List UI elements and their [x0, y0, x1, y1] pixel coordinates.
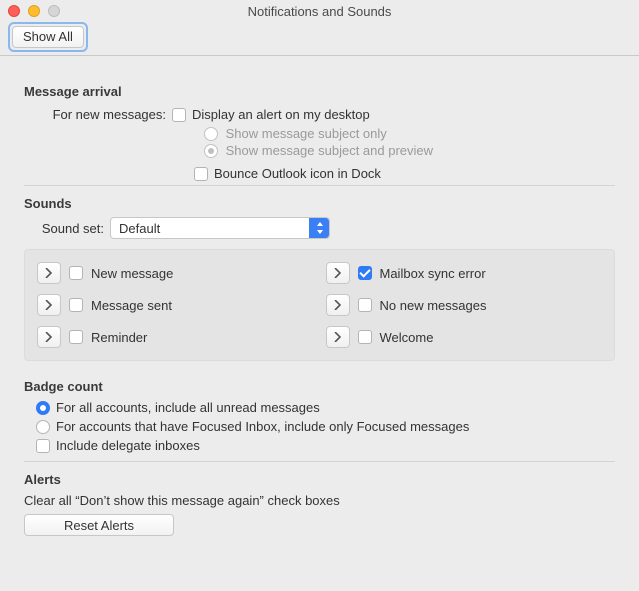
select-arrows-icon [309, 218, 329, 238]
content-area: Message arrival For new messages: Displa… [0, 56, 639, 591]
reminder-checkbox[interactable] [69, 330, 83, 344]
welcome-label: Welcome [380, 330, 434, 345]
badge-focused-radio[interactable] [36, 420, 50, 434]
sound-item-no-new-messages: No new messages [326, 294, 603, 316]
badge-focused-label: For accounts that have Focused Inbox, in… [56, 419, 469, 434]
message-sent-label: Message sent [91, 298, 172, 313]
chevron-right-icon [45, 268, 53, 278]
divider [24, 461, 615, 462]
chevron-right-icon [45, 332, 53, 342]
reset-alerts-button[interactable]: Reset Alerts [24, 514, 174, 536]
sound-item-reminder: Reminder [37, 326, 314, 348]
sound-set-value: Default [111, 221, 309, 236]
badge-all-unread-radio[interactable] [36, 401, 50, 415]
play-message-sent-button[interactable] [37, 294, 61, 316]
welcome-checkbox[interactable] [358, 330, 372, 344]
clear-alerts-text: Clear all “Don’t show this message again… [24, 493, 615, 508]
bounce-dock-checkbox[interactable] [194, 167, 208, 181]
new-message-label: New message [91, 266, 173, 281]
toolbar: Show All [0, 22, 639, 56]
no-new-messages-label: No new messages [380, 298, 487, 313]
sound-set-label: Sound set: [24, 221, 104, 236]
sound-item-message-sent: Message sent [37, 294, 314, 316]
message-sent-checkbox[interactable] [69, 298, 83, 312]
sounds-panel: New message Mailbox sync error Message s… [24, 249, 615, 361]
minimize-window-button[interactable] [28, 5, 40, 17]
display-alert-label: Display an alert on my desktop [192, 107, 370, 122]
window-title: Notifications and Sounds [0, 4, 639, 19]
play-reminder-button[interactable] [37, 326, 61, 348]
chevron-right-icon [334, 332, 342, 342]
subject-preview-radio [204, 144, 218, 158]
play-no-new-messages-button[interactable] [326, 294, 350, 316]
chevron-right-icon [334, 268, 342, 278]
chevron-right-icon [45, 300, 53, 310]
display-alert-checkbox[interactable] [172, 108, 186, 122]
bounce-dock-label: Bounce Outlook icon in Dock [214, 166, 381, 181]
close-window-button[interactable] [8, 5, 20, 17]
for-new-messages-label: For new messages: [36, 107, 166, 122]
include-delegate-checkbox[interactable] [36, 439, 50, 453]
message-arrival-heading: Message arrival [24, 84, 615, 99]
window-controls [8, 5, 60, 17]
sounds-heading: Sounds [24, 196, 615, 211]
sound-item-new-message: New message [37, 262, 314, 284]
subject-only-label: Show message subject only [226, 126, 387, 141]
new-message-checkbox[interactable] [69, 266, 83, 280]
play-new-message-button[interactable] [37, 262, 61, 284]
subject-only-radio [204, 127, 218, 141]
play-welcome-button[interactable] [326, 326, 350, 348]
zoom-window-button[interactable] [48, 5, 60, 17]
sound-set-select[interactable]: Default [110, 217, 330, 239]
badge-count-heading: Badge count [24, 379, 615, 394]
titlebar: Notifications and Sounds [0, 0, 639, 22]
alerts-heading: Alerts [24, 472, 615, 487]
play-mailbox-sync-error-button[interactable] [326, 262, 350, 284]
include-delegate-label: Include delegate inboxes [56, 438, 200, 453]
show-all-focus-ring: Show All [8, 22, 88, 52]
badge-all-unread-label: For all accounts, include all unread mes… [56, 400, 320, 415]
reminder-label: Reminder [91, 330, 147, 345]
mailbox-sync-error-checkbox[interactable] [358, 266, 372, 280]
divider [24, 185, 615, 186]
no-new-messages-checkbox[interactable] [358, 298, 372, 312]
show-all-button[interactable]: Show All [12, 26, 84, 48]
sound-item-mailbox-sync-error: Mailbox sync error [326, 262, 603, 284]
sound-item-welcome: Welcome [326, 326, 603, 348]
mailbox-sync-error-label: Mailbox sync error [380, 266, 486, 281]
subject-preview-label: Show message subject and preview [226, 143, 433, 158]
chevron-right-icon [334, 300, 342, 310]
